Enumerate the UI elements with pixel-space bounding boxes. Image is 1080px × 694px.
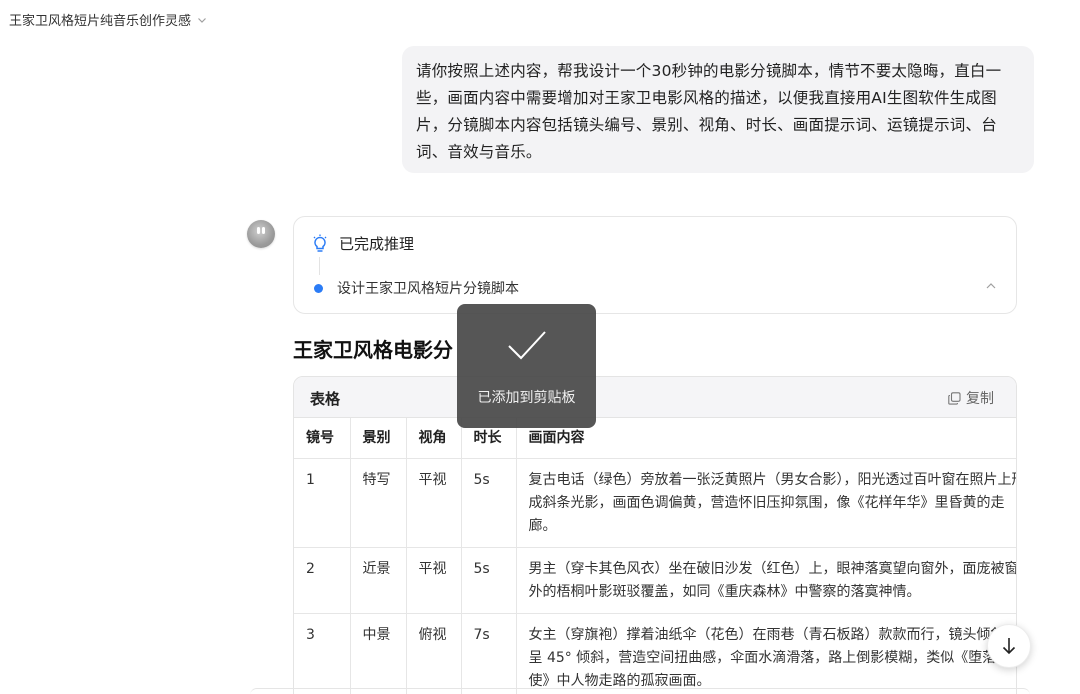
copy-label: 复制 [966, 391, 994, 407]
table-row: 3 中景 俯视 7s 女主（穿旗袍）撑着油纸伞（花色）在雨巷（青石板路）款款而行… [294, 613, 1017, 694]
table-cell: 俯视 [406, 613, 462, 694]
reasoning-step: 设计王家卫风格短片分镜脚本 [337, 281, 519, 297]
chat-page: 王家卫风格短片纯音乐创作灵感 请你按照上述内容，帮我设计一个30秒钟的电影分镜脚… [0, 0, 1080, 694]
cell-text: 女主（穿旗袍）撑着油纸伞（花色）在雨巷（青石板路）款款而行，镜头倾斜拍呈 45°… [528, 627, 1017, 689]
column-header: 景别 [350, 418, 407, 459]
table-cell: 5s [461, 458, 517, 548]
table-cell: 女主（穿旗袍）撑着油纸伞（花色）在雨巷（青石板路）款款而行，镜头倾斜拍呈 45°… [516, 613, 1017, 694]
chevron-down-icon [198, 17, 206, 23]
checkmark-icon [508, 331, 546, 360]
scroll-to-bottom-button[interactable] [987, 624, 1031, 668]
conversation-title-dropdown[interactable]: 王家卫风格短片纯音乐创作灵感 [9, 10, 207, 29]
avatar-eye-left [257, 227, 260, 234]
table-cell: 男主（穿卡其色风衣）坐在破旧沙发（红色）上，眼神落寞望向窗外，面庞被窗外的梧桐叶… [516, 547, 1017, 614]
conversation-title: 王家卫风格短片纯音乐创作灵感 [9, 14, 192, 29]
table-cell: 近景 [350, 547, 407, 614]
avatar-eye-right [262, 227, 265, 234]
user-message-text: 请你按照上述内容，帮我设计一个30秒钟的电影分镜脚本，情节不要太隐晦，直白一些，… [416, 62, 1002, 161]
reasoning-status: 已完成推理 [339, 235, 415, 253]
table-cell: 2 [294, 547, 351, 614]
table-cell: 特写 [350, 458, 407, 548]
copy-button[interactable]: 复制 [948, 388, 994, 408]
user-message-bubble: 请你按照上述内容，帮我设计一个30秒钟的电影分镜脚本，情节不要太隐晦，直白一些，… [402, 46, 1034, 173]
cell-text: 男主（穿卡其色风衣）坐在破旧沙发（红色）上，眼神落寞望向窗外，面庞被窗外的梧桐叶… [528, 561, 1017, 600]
table-row: 1 特写 平视 5s 复古电话（绿色）旁放着一张泛黄照片（男女合影），阳光透过百… [294, 458, 1017, 548]
table-cell: 3 [294, 613, 351, 694]
table-cell: 中景 [350, 613, 407, 694]
copy-icon [948, 391, 961, 405]
reasoning-card[interactable]: 已完成推理 设计王家卫风格短片分镜脚本 [293, 216, 1017, 314]
input-box-edge [250, 688, 1030, 694]
column-header: 视角 [406, 418, 462, 459]
table-cell: 1 [294, 458, 351, 548]
toast-message: 已添加到剪贴板 [477, 390, 576, 406]
table-cell: 平视 [406, 547, 462, 614]
storyboard-table: 镜号 景别 视角 时长 画面内容 1 特写 平视 5s 复古电话（绿色）旁放着一… [294, 418, 1017, 694]
clipboard-toast: 已添加到剪贴板 [457, 304, 596, 428]
table-row: 2 近景 平视 5s 男主（穿卡其色风衣）坐在破旧沙发（红色）上，眼神落寞望向窗… [294, 547, 1017, 614]
reasoning-step-row: 设计王家卫风格短片分镜脚本 [314, 278, 519, 298]
answer-heading: 王家卫风格电影分 [293, 338, 453, 362]
column-header: 镜号 [294, 418, 351, 459]
table-header-bar: 表格 复制 [294, 377, 1016, 418]
assistant-avatar [247, 220, 275, 248]
arrow-down-icon [1002, 638, 1016, 655]
table-cell: 复古电话（绿色）旁放着一张泛黄照片（男女合影），阳光透过百叶窗在照片上形成斜条光… [516, 458, 1017, 548]
cell-text: 复古电话（绿色）旁放着一张泛黄照片（男女合影），阳光透过百叶窗在照片上形成斜条光… [528, 472, 1017, 534]
table-header-row: 镜号 景别 视角 时长 画面内容 [294, 418, 1016, 459]
table-card: 表格 复制 镜号 景别 视角 时长 画面内容 1 特写 平视 5s 复古电话（绿… [293, 376, 1017, 694]
reasoning-status-row: 已完成推理 [311, 233, 414, 254]
table-title: 表格 [310, 390, 341, 408]
step-dot [314, 283, 323, 293]
lightbulb-icon [313, 234, 327, 252]
table-cell: 7s [461, 613, 517, 694]
reasoning-connector-line [319, 257, 320, 275]
table-cell: 平视 [406, 458, 462, 548]
chevron-up-icon[interactable] [984, 279, 998, 293]
table-cell: 5s [461, 547, 517, 614]
